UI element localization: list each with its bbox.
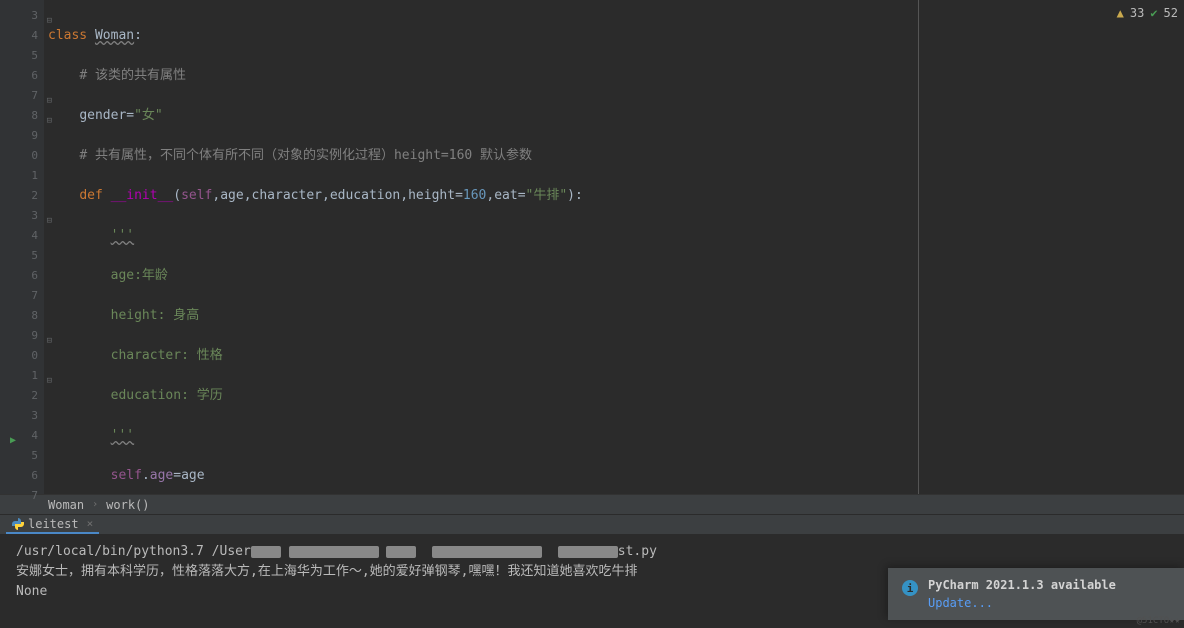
watermark: @51CTO★★ <box>1137 616 1180 626</box>
update-notification[interactable]: i PyCharm 2021.1.3 available Update... <box>888 568 1184 620</box>
warning-count: 33 <box>1130 6 1144 20</box>
breadcrumb[interactable]: Woman › work() <box>0 494 1184 514</box>
censored-text <box>386 546 416 558</box>
close-icon[interactable]: × <box>87 517 94 530</box>
code-editor[interactable]: class Woman: # 该类的共有属性 gender="女" # 共有属性… <box>44 0 1184 494</box>
chevron-right-icon: › <box>92 499 98 510</box>
run-tab-label: leitest <box>28 517 79 531</box>
inspection-indicators[interactable]: ▲ 33 ✔ 52 <box>1117 6 1178 20</box>
run-tab[interactable]: leitest × <box>6 515 99 534</box>
fold-icon[interactable]: ⊟ <box>42 91 52 101</box>
fold-icon[interactable]: ⊟ <box>42 371 52 381</box>
fold-icon[interactable]: ⊟ <box>42 11 52 21</box>
passed-count: 52 <box>1164 6 1178 20</box>
crumb-class[interactable]: Woman <box>48 498 84 512</box>
notification-title: PyCharm 2021.1.3 available <box>928 578 1116 592</box>
crumb-method[interactable]: work() <box>106 498 149 512</box>
censored-text <box>558 546 618 558</box>
fold-icon[interactable]: ⊟ <box>42 111 52 121</box>
censored-text <box>251 546 281 558</box>
update-link[interactable]: Update... <box>928 596 1116 610</box>
censored-text <box>289 546 379 558</box>
info-icon: i <box>902 580 918 596</box>
fold-icon[interactable]: ⊟ <box>42 331 52 341</box>
tool-window-tabs: leitest × <box>0 514 1184 534</box>
censored-text <box>432 546 542 558</box>
python-icon <box>12 518 24 530</box>
gutter[interactable]: 3⊟ 4 5 6 7⊟ 8⊟ 9 0 1 2 3⊟ 4 5 6 7 8 9⊟ 0… <box>0 0 44 494</box>
warning-icon: ▲ <box>1117 6 1124 20</box>
fold-icon[interactable]: ⊟ <box>42 211 52 221</box>
check-icon: ✔ <box>1150 6 1157 20</box>
right-margin-line <box>918 0 919 494</box>
editor-area: ▲ 33 ✔ 52 3⊟ 4 5 6 7⊟ 8⊟ 9 0 1 2 3⊟ 4 5 … <box>0 0 1184 494</box>
